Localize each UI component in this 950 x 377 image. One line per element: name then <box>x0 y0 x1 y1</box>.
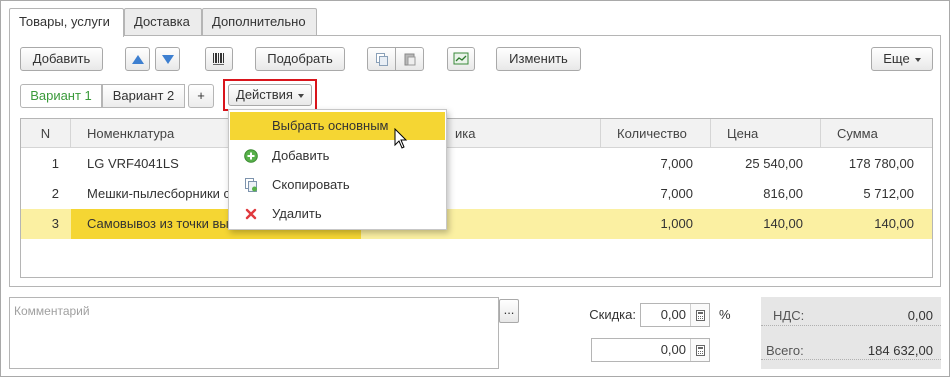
column-header-quantity[interactable]: Количество <box>601 119 711 148</box>
tab-delivery[interactable]: Доставка <box>124 8 202 36</box>
copy-rows-button[interactable] <box>367 47 396 71</box>
chart-icon <box>453 52 469 65</box>
plus-icon <box>244 149 258 163</box>
document-form: Товары, услуги Доставка Дополнительно До… <box>0 0 950 377</box>
chevron-down-icon <box>297 93 304 98</box>
menu-item-delete[interactable]: Удалить <box>230 200 445 228</box>
table-row-selected[interactable]: 3 Самовывоз из точки вы 1,000 140,00 140… <box>21 209 932 239</box>
percent-sign: % <box>719 307 731 322</box>
goods-table[interactable]: N Номенклатура ика Количество Цена Сумма… <box>20 118 933 278</box>
totals-panel: НДС: 0,00 Всего: 184 632,00 <box>761 297 941 369</box>
add-variant-button[interactable]: + <box>188 84 214 108</box>
calculator-button[interactable] <box>690 339 709 361</box>
barcode-icon <box>213 53 224 65</box>
cell-quantity: 7,000 <box>660 156 693 171</box>
calculator-icon <box>695 344 705 356</box>
cell-sum: 178 780,00 <box>848 156 914 171</box>
discount-amount-field[interactable]: 0,00 <box>591 338 710 362</box>
actions-menu: Выбрать основным Добавить Скопировать Уд… <box>228 109 447 230</box>
actions-button[interactable]: Действия <box>228 84 312 106</box>
table-row[interactable]: 2 Мешки-пылесборники с 7,000 816,00 5 71… <box>21 179 932 209</box>
cell-price: 25 540,00 <box>745 156 803 171</box>
comment-expand-button[interactable]: ... <box>499 299 519 323</box>
menu-item-add[interactable]: Добавить <box>230 142 445 170</box>
discount-amount-value: 0,00 <box>660 342 686 357</box>
tab-goods-services[interactable]: Товары, услуги <box>9 8 124 37</box>
mouse-cursor-icon <box>394 128 408 149</box>
column-header-price[interactable]: Цена <box>711 119 821 148</box>
more-button[interactable]: Еще <box>871 47 933 71</box>
report-button[interactable] <box>447 47 475 71</box>
comment-placeholder: Комментарий <box>14 304 90 318</box>
cell-n: 2 <box>51 186 59 201</box>
cell-price: 816,00 <box>763 186 803 201</box>
menu-item-label: Скопировать <box>272 177 350 192</box>
variant-1-button[interactable]: Вариант 1 <box>20 84 102 108</box>
variant-2-button[interactable]: Вариант 2 <box>102 84 185 108</box>
vat-value: 0,00 <box>907 308 933 323</box>
vat-label: НДС: <box>773 308 805 323</box>
total-label: Всего: <box>766 343 804 358</box>
cell-n: 3 <box>51 216 59 231</box>
paste-icon <box>404 53 415 66</box>
column-header-n[interactable]: N <box>21 119 71 148</box>
chevron-down-icon <box>914 57 921 62</box>
cell-n: 1 <box>51 156 59 171</box>
more-label: Еще <box>883 51 910 66</box>
menu-item-set-main[interactable]: Выбрать основным <box>230 112 445 140</box>
total-value: 184 632,00 <box>867 343 933 358</box>
discount-percent-field[interactable]: 0,00 <box>640 303 710 327</box>
calculator-button[interactable] <box>690 304 709 326</box>
discount-label: Скидка: <box>589 307 636 322</box>
arrow-down-icon <box>161 54 174 64</box>
edit-button[interactable]: Изменить <box>496 47 581 71</box>
add-button[interactable]: Добавить <box>20 47 103 71</box>
table-header: N Номенклатура ика Количество Цена Сумма <box>21 119 932 148</box>
table-row[interactable]: 1 LG VRF4041LS 7,000 25 540,00 178 780,0… <box>21 149 932 179</box>
cell-quantity: 1,000 <box>660 216 693 231</box>
copy-icon <box>375 53 388 66</box>
move-down-button[interactable] <box>155 47 180 71</box>
cell-quantity: 7,000 <box>660 186 693 201</box>
arrow-up-icon <box>131 54 144 64</box>
move-up-button[interactable] <box>125 47 150 71</box>
actions-label: Действия <box>236 87 293 102</box>
calculator-icon <box>695 309 705 321</box>
comment-field[interactable]: Комментарий <box>9 297 499 369</box>
column-header-sum[interactable]: Сумма <box>821 119 932 148</box>
pick-button[interactable]: Подобрать <box>255 47 345 71</box>
menu-item-label: Добавить <box>272 148 330 163</box>
barcode-button[interactable] <box>205 47 233 71</box>
tab-additional[interactable]: Дополнительно <box>202 8 317 36</box>
cell-sum: 5 712,00 <box>863 186 914 201</box>
copy-icon <box>245 178 257 192</box>
discount-percent-value: 0,00 <box>660 307 686 322</box>
menu-item-label: Удалить <box>272 206 322 221</box>
cell-price: 140,00 <box>763 216 803 231</box>
paste-rows-button[interactable] <box>395 47 424 71</box>
menu-item-label: Выбрать основным <box>272 118 389 133</box>
menu-item-copy[interactable]: Скопировать <box>230 171 445 199</box>
delete-icon <box>245 208 257 220</box>
cell-sum: 140,00 <box>874 216 914 231</box>
